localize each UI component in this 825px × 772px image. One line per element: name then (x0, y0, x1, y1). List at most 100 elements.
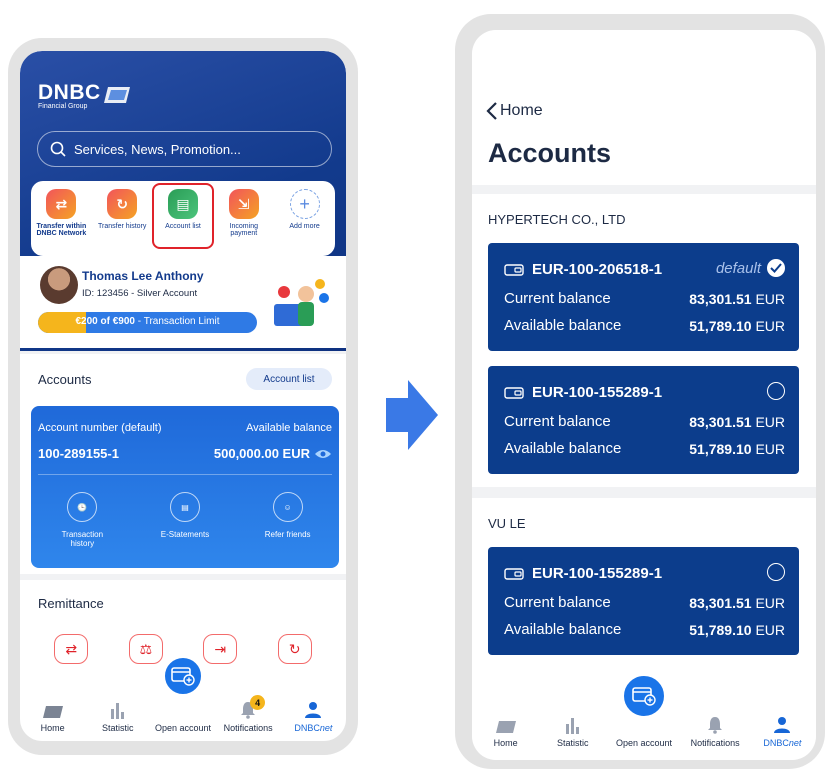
wallet-icon (504, 567, 524, 580)
available-balance-label: Available balance (504, 317, 622, 334)
remit-history-icon[interactable]: ↻ (277, 634, 312, 664)
default-marker[interactable]: default (716, 259, 785, 277)
account-number: EUR-100-155289-1 (532, 384, 663, 401)
account-list-button[interactable]: Account list (246, 368, 332, 390)
profile-name: Thomas Lee Anthony (82, 269, 204, 283)
accounts-header: Home Accounts (472, 30, 816, 185)
action-label: Transaction (61, 530, 104, 539)
page-title: Accounts (488, 138, 612, 168)
currency: EUR (755, 291, 785, 307)
account-card[interactable]: EUR-100-155289-1 Current balance 83,301.… (488, 366, 799, 474)
nav-statistic[interactable]: Statistic (542, 714, 604, 748)
avatar (40, 266, 78, 304)
currency: EUR (755, 318, 785, 334)
radio-circle-icon (767, 382, 785, 400)
logo-text: DNBC (38, 81, 101, 104)
back-label: Home (500, 102, 543, 119)
check-circle-icon (767, 259, 785, 277)
available-balance: 51,789.10 (689, 318, 752, 334)
nav-label: Notifications (690, 738, 740, 748)
current-balance-label: Current balance (504, 413, 611, 430)
account-group: VU LE EUR-100-155289-1 Current balance 8… (472, 498, 816, 698)
transaction-limit-bar: €200 of €900 - Transaction Limit (38, 312, 257, 333)
statistic-icon (565, 718, 579, 734)
nav-label: Statistic (557, 738, 589, 748)
back-button[interactable]: Home (486, 102, 543, 120)
quick-action-label: Transfer within (36, 223, 87, 230)
quick-action-add-more[interactable]: + Add more (276, 189, 334, 256)
account-number: 100-289155-1 (38, 446, 119, 461)
nav-notifications[interactable]: Notifications (684, 714, 746, 748)
divider (38, 474, 332, 475)
nav-open-account[interactable]: Open account (152, 699, 214, 733)
default-account-card[interactable]: Account number (default) Available balan… (31, 406, 339, 568)
refer-friends-button[interactable]: ☺ Refer friends (248, 492, 328, 548)
group-name: VU LE (488, 516, 526, 531)
quick-action-account-list[interactable]: ▤ Account list (151, 183, 214, 256)
currency: EUR (755, 441, 785, 457)
nav-home[interactable]: Home (475, 714, 537, 748)
accounts-title: Accounts (38, 372, 92, 387)
open-account-fab[interactable] (620, 672, 668, 720)
left-phone-screen: DNBC Financial Group Services, News, Pro… (20, 51, 346, 741)
default-marker[interactable] (767, 382, 785, 400)
quick-action-label: Account list (165, 223, 201, 230)
statement-icon: ▤ (169, 492, 200, 522)
group-name: HYPERTECH CO., LTD (488, 212, 626, 227)
e-statements-button[interactable]: ▤ E-Statements (145, 492, 225, 548)
nav-label: Statistic (102, 723, 134, 733)
card-add-icon (171, 667, 195, 686)
quick-action-transfer-history[interactable]: ↻ Transfer history (93, 189, 151, 256)
account-card[interactable]: EUR-100-155289-1 Current balance 83,301.… (488, 547, 799, 655)
quick-action-transfer-within[interactable]: ⇄ Transfer within DNBC Network (32, 189, 90, 256)
currency: EUR (755, 595, 785, 611)
search-icon (50, 141, 66, 157)
nav-label: Open account (615, 738, 672, 748)
available-balance-label: Available balance (504, 440, 622, 457)
wallet-icon (504, 263, 524, 276)
nav-notifications[interactable]: 4 Notifications (217, 695, 279, 733)
account-card[interactable]: EUR-100-206518-1 default Current balance… (488, 243, 799, 351)
quick-actions-card: ⇄ Transfer within DNBC Network ↻ Transfe… (31, 181, 335, 256)
user-icon (305, 702, 322, 718)
limit-used: €200 of €900 (75, 316, 136, 327)
statistic-icon (110, 703, 124, 719)
available-balance-label: Available balance (504, 621, 622, 638)
default-marker[interactable] (767, 563, 785, 581)
bell-icon (708, 717, 723, 734)
dnbc-logo: DNBC Financial Group (38, 81, 130, 110)
nav-label: Notifications (223, 723, 273, 733)
incoming-payment-icon: ⇲ (228, 189, 259, 219)
available-balance-label: Available balance (245, 422, 332, 434)
eye-icon[interactable] (314, 448, 332, 460)
nav-label: Home (493, 738, 518, 748)
default-label: default (715, 259, 761, 277)
quick-action-incoming-payment[interactable]: ⇲ Incoming payment (215, 189, 273, 256)
profile-card: Thomas Lee Anthony ID: 123456 - Silver A… (20, 256, 346, 348)
remit-transfer-icon[interactable]: ⇄ (54, 634, 89, 664)
right-phone-screen: Home Accounts HYPERTECH CO., LTD EUR-100… (472, 30, 816, 760)
nav-statistic[interactable]: Statistic (87, 699, 149, 733)
add-icon: + (289, 189, 320, 219)
action-label: E-Statements (160, 530, 210, 539)
quick-action-label: Incoming (229, 223, 258, 230)
history-icon: 🕒 (67, 492, 98, 522)
nav-home[interactable]: Home (22, 699, 84, 733)
transaction-history-button[interactable]: 🕒 Transaction history (42, 492, 122, 548)
current-balance-label: Current balance (504, 290, 611, 307)
currency: EUR (755, 414, 785, 430)
remit-exchange-icon[interactable]: ⚖ (128, 634, 163, 664)
quick-action-label: Transfer history (98, 223, 147, 230)
search-input[interactable]: Services, News, Promotion... (37, 131, 332, 167)
open-account-fab[interactable] (161, 654, 205, 698)
remit-send-icon[interactable]: ⇥ (203, 634, 238, 664)
current-balance-label: Current balance (504, 594, 611, 611)
nav-label-suffix: net (319, 723, 333, 733)
nav-dnbcnet[interactable]: DNBCnet (282, 699, 344, 733)
transaction-limit-text: €200 of €900 - Transaction Limit (38, 316, 257, 327)
home-icon (495, 721, 516, 733)
account-number: EUR-100-155289-1 (532, 565, 663, 582)
nav-dnbcnet[interactable]: DNBCnet (751, 714, 813, 748)
current-balance: 83,301.51 (689, 291, 752, 307)
chevron-left-icon (486, 102, 497, 120)
